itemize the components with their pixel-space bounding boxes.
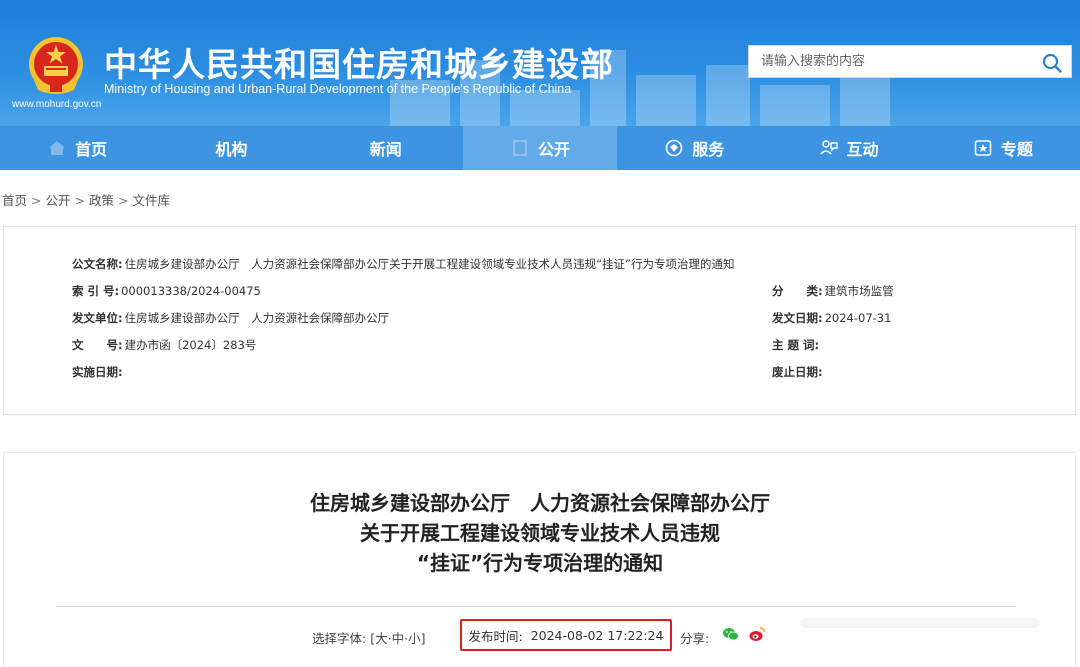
meta-label: 实施日期: [72,365,123,379]
main-nav: 首页 机构 新闻 公开 服务 互动 专题 [0,126,1080,170]
site-subtitle: Ministry of Housing and Urban-Rural Deve… [104,82,572,96]
nav-item-topic[interactable]: 专题 [926,126,1080,170]
public-icon [513,140,527,156]
meta-expiry-date: 废止日期: [772,364,825,380]
nav-item-public[interactable]: 公开 [462,126,618,170]
font-size-selector: 选择字体: [大·中·小] [312,628,426,647]
national-emblem-icon [29,37,83,94]
nav-item-news[interactable]: 新闻 [309,126,463,170]
font-size-large-link[interactable]: 大 [375,631,388,646]
nav-item-label: 互动 [846,140,879,159]
meta-value: 2024-07-31 [824,311,892,325]
meta-doc-name: 公文名称: 住房城乡建设部办公厅 人力资源社会保障部办公厅关于开展工程建设领域专业… [72,256,735,272]
breadcrumb-separator: > [74,193,85,208]
site-header: www.mohurd.gov.cn 中华人民共和国住房和城乡建设部 Minist… [0,0,1080,126]
nav-item-label: 新闻 [369,140,402,159]
meta-doc-number: 文 号: 建办市函〔2024〕283号 [72,337,256,353]
document-title: 住房城乡建设部办公厅 人力资源社会保障部办公厅 关于开展工程建设领域专业技术人员… [0,488,1080,578]
meta-value: 建办市函〔2024〕283号 [124,338,257,352]
topic-icon [974,140,992,156]
meta-label: 公文名称: [72,257,123,271]
publish-time-label: 发布时间: [468,628,523,644]
breadcrumb-public[interactable]: 公开 [46,193,71,208]
meta-value: 000013338/2024-00475 [121,284,261,298]
nav-item-label: 首页 [75,140,108,159]
breadcrumb-policy[interactable]: 政策 [89,193,114,208]
publish-time-value: 2024-08-02 17:22:24 [530,627,664,643]
watermark-decoration [800,618,1040,628]
document-title-line: “挂证”行为专项治理的通知 [416,551,664,575]
meta-label: 废止日期: [772,365,823,379]
meta-label: 主 题 词: [772,338,820,352]
title-divider [56,606,1016,607]
meta-issue-date: 发文日期: 2024-07-31 [772,310,891,326]
nav-item-label: 公开 [537,140,570,159]
publish-time-highlight: 发布时间: 2024-08-02 17:22:24 [460,619,672,651]
search-icon[interactable] [1041,52,1063,74]
nav-item-label: 专题 [1000,140,1033,159]
breadcrumb-separator: > [31,193,42,208]
service-icon [665,139,683,157]
site-url: www.mohurd.gov.cn [12,99,102,110]
meta-effective-date: 实施日期: [72,364,125,380]
search-box [748,45,1072,78]
home-icon [49,141,66,155]
meta-label: 发文单位: [72,311,123,325]
meta-label: 发文日期: [772,311,823,325]
nav-item-label: 机构 [215,140,248,159]
document-title-line: 住房城乡建设部办公厅 人力资源社会保障部办公厅 [310,491,770,515]
share-label: 分享: [680,631,710,646]
font-size-small-link[interactable]: 小 [408,631,421,646]
search-input[interactable] [749,46,1029,77]
breadcrumb: 首页 > 公开 > 政策 > 文件库 [2,190,170,209]
meta-value: 住房城乡建设部办公厅 人力资源社会保障部办公厅 [124,311,390,325]
weibo-icon[interactable] [748,625,766,643]
bracket-close: ] [420,631,426,646]
breadcrumb-home[interactable]: 首页 [2,193,27,208]
interaction-icon [819,140,838,155]
nav-item-home[interactable]: 首页 [0,126,154,170]
meta-subject: 主 题 词: [772,337,821,353]
nav-item-service[interactable]: 服务 [617,126,771,170]
meta-value: 住房城乡建设部办公厅 人力资源社会保障部办公厅关于开展工程建设领域专业技术人员违… [124,257,735,271]
meta-category: 分 类: 建筑市场监管 [772,283,894,299]
meta-label: 索 引 号: [72,284,120,298]
site-title: 中华人民共和国住房和城乡建设部 [104,45,614,84]
document-title-line: 关于开展工程建设领域专业技术人员违规 [360,521,720,545]
nav-item-organization[interactable]: 机构 [154,126,308,170]
meta-index: 索 引 号: 000013338/2024-00475 [72,283,261,299]
meta-label: 分 类: [772,284,823,298]
font-select-label: 选择字体: [312,631,367,646]
wechat-icon[interactable] [722,625,740,643]
font-size-medium-link[interactable]: 中 [392,631,405,646]
meta-value: 建筑市场监管 [824,284,894,298]
breadcrumb-separator: > [118,193,129,208]
meta-label: 文 号: [72,338,123,352]
nav-item-interaction[interactable]: 互动 [771,126,925,170]
nav-item-label: 服务 [692,140,725,159]
breadcrumb-file-library[interactable]: 文件库 [133,193,171,208]
meta-issuer: 发文单位: 住房城乡建设部办公厅 人力资源社会保障部办公厅 [72,310,389,326]
